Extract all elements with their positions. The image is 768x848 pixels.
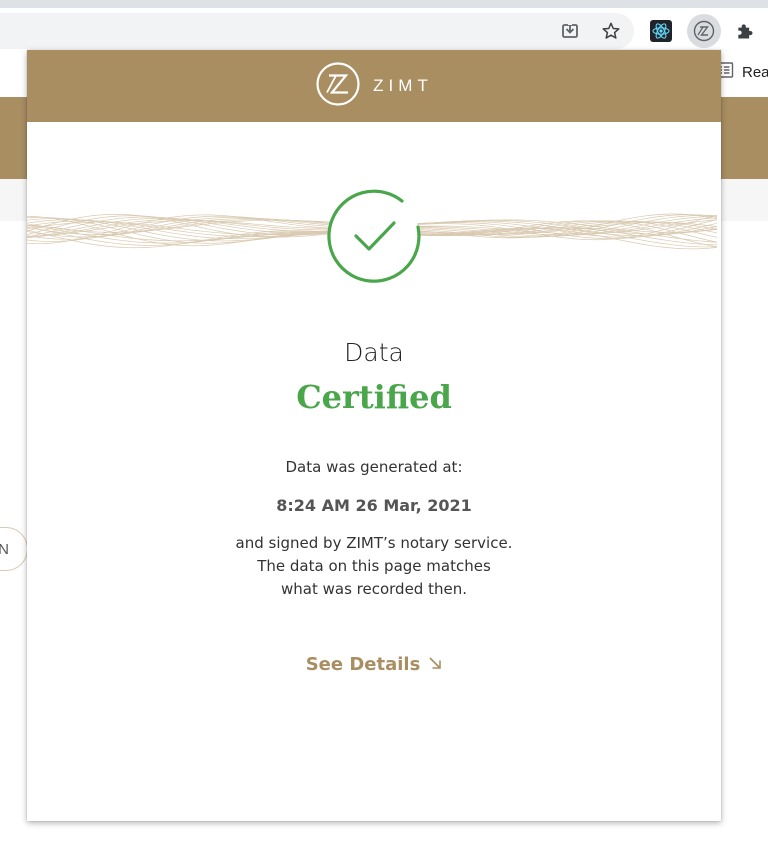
generated-timestamp: 8:24 AM 26 Mar, 2021: [276, 496, 472, 515]
zimt-logo-icon: [315, 61, 361, 111]
download-icon[interactable]: [555, 16, 585, 46]
browser-toolbar: [0, 8, 768, 52]
extensions-area: [642, 12, 766, 50]
explanation-line: The data on this page matches: [257, 557, 491, 575]
status-certified: Certified: [296, 378, 452, 416]
page-pill-button-label: N: [0, 540, 9, 558]
address-bar[interactable]: [0, 13, 634, 49]
see-details-label: See Details: [305, 654, 421, 675]
browser-tab-strip: [0, 0, 768, 8]
popup-header: ZIMT: [27, 50, 721, 122]
see-details-link[interactable]: See Details: [27, 654, 721, 675]
reading-list-label: Rea: [742, 63, 768, 81]
zimt-extension-icon[interactable]: [687, 14, 721, 48]
react-devtools-icon[interactable]: [646, 16, 676, 46]
reading-list-button[interactable]: Rea: [716, 60, 768, 84]
explanation-line: what was recorded then.: [281, 580, 467, 598]
certification-explanation: and signed by ZIMT’s notary service. The…: [27, 532, 721, 601]
puzzle-icon[interactable]: [730, 16, 760, 46]
explanation-line: and signed by ZIMT’s notary service.: [235, 534, 513, 552]
status-title: Data: [344, 338, 404, 367]
arrow-down-right-icon: [428, 655, 442, 675]
page-pill-button[interactable]: N: [0, 527, 28, 571]
brand-name: ZIMT: [373, 76, 433, 95]
check-circle-icon: [327, 189, 421, 283]
zimt-popup: ZIMT Data Certified Data was generated a…: [27, 50, 721, 821]
generated-label: Data was generated at:: [285, 458, 463, 476]
star-icon[interactable]: [596, 16, 626, 46]
